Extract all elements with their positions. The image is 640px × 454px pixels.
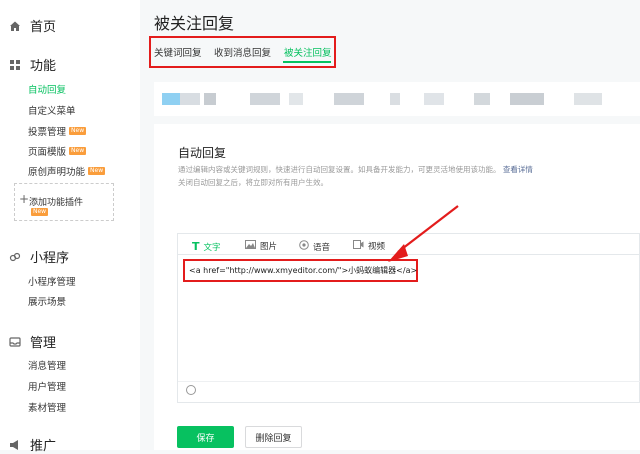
blurred-block <box>334 93 364 105</box>
section-description: 通过编辑内容或关键词规则，快速进行自动回复设置。如具备开发能力，可更灵活地使用该… <box>178 164 533 175</box>
red-arrow-annotation <box>388 205 459 262</box>
new-badge: New <box>69 127 87 135</box>
save-button[interactable]: 保存 <box>177 426 234 448</box>
nav-functions[interactable]: 功能 <box>8 55 56 74</box>
editor-tab-voice[interactable]: 语音 <box>299 240 330 253</box>
sidebar-item-original[interactable]: 原创声明功能 New <box>28 164 106 178</box>
nav-promote[interactable]: 推广 <box>8 435 56 454</box>
editor-tab-label: 文字 <box>203 242 221 253</box>
sidebar-item-label: 用户管理 <box>28 382 67 393</box>
blurred-block <box>204 93 216 105</box>
editor-tab-label: 语音 <box>313 242 331 253</box>
nav-functions-label: 功能 <box>30 59 57 74</box>
sidebar-item-message-manage[interactable]: 消息管理 <box>28 358 66 372</box>
blurred-block <box>180 93 200 105</box>
section-description-2: 关闭自动回复之后，将立即对所有用户生效。 <box>178 178 328 187</box>
nav-mini-program[interactable]: 小程序 <box>8 247 69 266</box>
grid-icon <box>8 58 22 72</box>
editor-tab-image[interactable]: 图片 <box>245 240 277 252</box>
new-badge: New <box>69 147 87 155</box>
new-badge: New <box>88 167 106 175</box>
sidebar-item-auto-reply[interactable]: 自动回复 <box>28 82 66 96</box>
editor-tab-text[interactable]: T 文字 <box>192 240 221 253</box>
account-info-strip <box>154 82 640 116</box>
text-icon: T <box>192 240 200 253</box>
delete-reply-button[interactable]: 删除回复 <box>245 426 302 448</box>
nav-mini-program-label: 小程序 <box>30 251 70 266</box>
video-icon <box>353 240 364 252</box>
section-title: 自动回复 <box>178 146 227 160</box>
home-icon <box>8 19 22 33</box>
mini-program-icon <box>8 250 22 264</box>
tab-follow-reply[interactable]: 被关注回复 <box>284 45 332 59</box>
blurred-block <box>390 93 400 105</box>
editor-footer-divider <box>178 381 640 382</box>
sidebar-item-label: 消息管理 <box>28 361 67 372</box>
image-icon <box>245 240 256 252</box>
megaphone-icon <box>8 438 22 452</box>
sidebar-item-label: 素材管理 <box>28 403 67 414</box>
sidebar: 首页 功能 自动回复 自定义菜单 投票管理 New 页面模版 New 原创声明功… <box>0 0 140 454</box>
blurred-block <box>574 93 602 105</box>
sidebar-item-material-manage[interactable]: 素材管理 <box>28 400 66 414</box>
sidebar-item-mini-manage[interactable]: 小程序管理 <box>28 274 76 288</box>
sidebar-item-label: 展示场景 <box>28 297 67 308</box>
view-details-link[interactable]: 查看详情 <box>503 165 533 174</box>
sidebar-item-label: 自动回复 <box>28 85 67 96</box>
blurred-block <box>289 93 303 105</box>
emoji-icon[interactable] <box>186 385 196 395</box>
voice-icon <box>299 240 309 253</box>
add-plugin-button[interactable]: + 添加功能插件 New <box>14 183 114 221</box>
sidebar-item-label: 投票管理 <box>28 127 67 138</box>
sidebar-item-display-scene[interactable]: 展示场景 <box>28 294 66 308</box>
page-title: 被关注回复 <box>154 14 235 33</box>
sidebar-item-label: 小程序管理 <box>28 277 76 288</box>
description-text: 通过编辑内容或关键词规则，快速进行自动回复设置。如具备开发能力，可更灵活地使用该… <box>178 165 501 174</box>
blurred-block <box>250 93 280 105</box>
nav-manage-label: 管理 <box>30 336 57 351</box>
sidebar-item-label: 页面模版 <box>28 147 67 158</box>
sidebar-item-page-template[interactable]: 页面模版 New <box>28 144 87 158</box>
sidebar-item-label: 自定义菜单 <box>28 106 76 117</box>
new-badge: New <box>31 208 49 216</box>
nav-promote-label: 推广 <box>30 439 57 454</box>
inbox-icon <box>8 335 22 349</box>
tab-keyword-reply[interactable]: 关键词回复 <box>154 45 202 59</box>
add-plugin-label: 添加功能插件 <box>29 198 84 208</box>
nav-manage[interactable]: 管理 <box>8 332 56 351</box>
sidebar-item-label: 原创声明功能 <box>28 167 86 178</box>
blurred-block <box>424 93 444 105</box>
sidebar-item-custom-menu[interactable]: 自定义菜单 <box>28 103 76 117</box>
nav-home[interactable]: 首页 <box>8 16 56 35</box>
nav-home-label: 首页 <box>30 20 57 35</box>
plus-icon: + <box>19 192 30 206</box>
blurred-block <box>510 93 544 105</box>
sidebar-item-vote[interactable]: 投票管理 New <box>28 124 87 138</box>
active-tab-underline <box>283 61 331 63</box>
editor-tab-label: 图片 <box>260 242 278 252</box>
sidebar-item-user-manage[interactable]: 用户管理 <box>28 379 66 393</box>
blurred-block <box>474 93 490 105</box>
blurred-block <box>162 93 180 105</box>
tab-message-reply[interactable]: 收到消息回复 <box>214 45 271 59</box>
